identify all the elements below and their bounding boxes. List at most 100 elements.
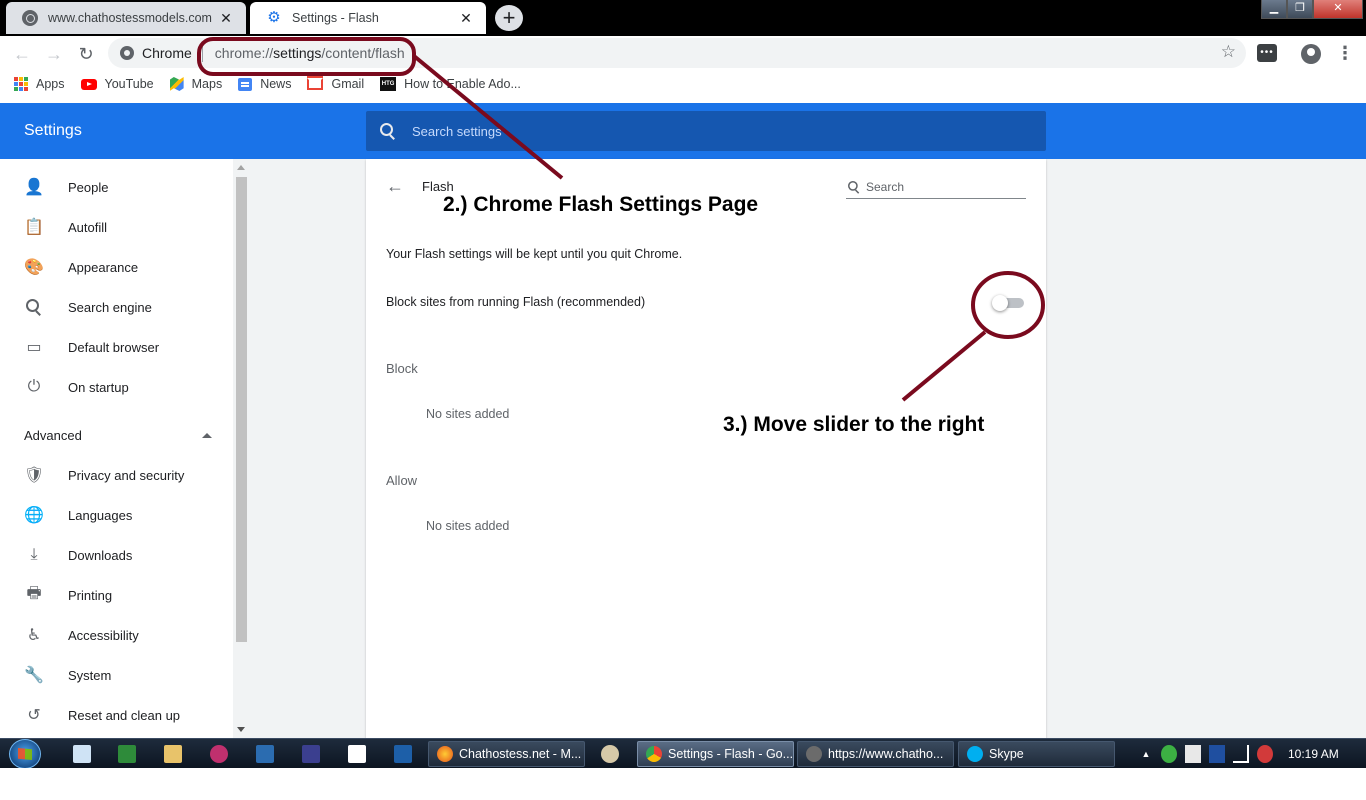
window-close-button[interactable]: ✕ xyxy=(1313,0,1363,19)
bookmark-label: How to Enable Ado... xyxy=(404,77,521,91)
sidebar-item-reset[interactable]: ↺ Reset and clean up xyxy=(0,695,233,735)
window-maximize-button[interactable]: ❐ xyxy=(1287,0,1313,19)
bookmark-youtube[interactable]: YouTube xyxy=(80,77,154,91)
globe-icon: 🌐 xyxy=(24,507,44,524)
sidebar-item-label: Reset and clean up xyxy=(68,707,181,723)
window-app-icon[interactable] xyxy=(256,745,274,763)
scroll-up-icon[interactable] xyxy=(237,165,245,170)
photoshop-icon[interactable] xyxy=(394,745,412,763)
block-empty-text: No sites added xyxy=(426,407,510,421)
device-icon[interactable] xyxy=(1185,745,1201,763)
tab-close-icon[interactable]: ✕ xyxy=(218,10,234,27)
app-icon[interactable] xyxy=(210,745,228,763)
spreadsheet-icon[interactable] xyxy=(118,745,136,763)
sidebar-item-label: Downloads xyxy=(68,547,133,563)
network-signal-icon[interactable] xyxy=(1233,745,1249,763)
flash-search-input[interactable] xyxy=(866,179,1016,194)
bookmark-maps[interactable]: Maps xyxy=(169,77,222,91)
htg-icon: HTG xyxy=(380,77,397,91)
sidebar-item-people[interactable]: 👤 People xyxy=(0,167,233,207)
reload-icon[interactable]: ↻ xyxy=(74,42,98,66)
download-icon: ⤓ xyxy=(30,546,38,563)
settings-header: Settings xyxy=(0,103,1366,159)
after-effects-icon[interactable] xyxy=(302,745,320,763)
taskbar-chrome[interactable]: Settings - Flash - Go... xyxy=(637,741,794,767)
security-check-icon[interactable] xyxy=(1161,745,1177,763)
sidebar-item-search-engine[interactable]: Search engine xyxy=(0,287,233,327)
sidebar-item-appearance[interactable]: 🎨 Appearance xyxy=(0,247,233,287)
taskbar-browser[interactable]: https://www.chatho... xyxy=(797,741,954,767)
profile-avatar-icon[interactable] xyxy=(1301,44,1321,64)
extension-icon[interactable]: ••• xyxy=(1257,44,1277,62)
sidebar-item-languages[interactable]: 🌐 Languages xyxy=(0,495,233,535)
kebab-menu-icon[interactable]: ⋮ xyxy=(1336,43,1354,65)
taskbar-clock[interactable]: 10:19 AM xyxy=(1288,747,1339,761)
tab-chathostessmodels[interactable]: www.chathostessmodels.com ✕ xyxy=(6,2,246,34)
youtube-icon xyxy=(80,78,97,90)
snowflake-app-icon[interactable] xyxy=(348,745,366,763)
bookmark-gmail[interactable]: Gmail xyxy=(307,76,365,91)
advanced-toggle[interactable]: Advanced xyxy=(24,423,214,447)
firefox-icon xyxy=(437,746,453,762)
sidebar-item-label: Appearance xyxy=(68,259,139,275)
settings-sidebar: 👤 People 📋 Autofill 🎨 Appearance Search … xyxy=(0,159,233,738)
sidebar-item-printing[interactable]: 🖶 Printing xyxy=(0,575,233,615)
shield-icon: 🛡 xyxy=(23,467,45,484)
search-icon xyxy=(848,180,860,193)
sidebar-item-label: Autofill xyxy=(68,219,108,235)
taskbar-label: Chathostess.net - M... xyxy=(459,747,582,761)
sidebar-item-on-startup[interactable]: ⏻ On startup xyxy=(0,367,233,407)
sidebar-item-autofill[interactable]: 📋 Autofill xyxy=(0,207,233,247)
back-icon[interactable]: ← xyxy=(10,42,34,66)
bookmark-apps[interactable]: Apps xyxy=(14,77,65,91)
annotation-step2: 2.) Chrome Flash Settings Page xyxy=(443,193,759,216)
palette-icon: 🎨 xyxy=(24,259,44,276)
url-text[interactable]: chrome://settings/content/flash xyxy=(215,45,405,61)
sidebar-item-label: Privacy and security xyxy=(68,467,185,483)
tab-close-icon[interactable]: ✕ xyxy=(458,10,474,27)
browser-toolbar: ← → ↻ Chrome chrome://settings/content/f… xyxy=(0,36,1366,71)
bookmarks-bar: Apps YouTube Maps News Gmail HTG How to … xyxy=(0,71,1366,97)
sidebar-item-downloads[interactable]: ⤓ Downloads xyxy=(0,535,233,575)
sidebar-scroll-thumb[interactable] xyxy=(236,177,247,642)
history-icon: ↺ xyxy=(27,707,41,724)
flash-notice: Your Flash settings will be kept until y… xyxy=(386,247,683,261)
sidebar-item-accessibility[interactable]: ♿ Accessibility xyxy=(0,615,233,655)
bookmark-label: Gmail xyxy=(331,77,365,91)
back-arrow-icon[interactable]: ← xyxy=(386,177,404,195)
bookmark-htg[interactable]: HTG How to Enable Ado... xyxy=(380,77,521,91)
chrome-page-icon xyxy=(120,46,134,60)
new-tab-button[interactable]: + xyxy=(495,5,523,31)
flash-search-box[interactable] xyxy=(846,175,1026,199)
notepad-icon[interactable] xyxy=(73,745,91,763)
block-flash-toggle[interactable] xyxy=(992,295,1024,311)
sidebar-item-default-browser[interactable]: ▭ Default browser xyxy=(0,327,233,367)
bookmark-news[interactable]: News xyxy=(238,77,291,91)
settings-body: 👤 People 📋 Autofill 🎨 Appearance Search … xyxy=(0,159,1366,738)
sidebar-item-label: On startup xyxy=(68,379,129,395)
toggle-knob[interactable] xyxy=(992,295,1008,311)
gmail-icon xyxy=(307,76,324,90)
zotero-icon[interactable] xyxy=(1209,745,1225,763)
forward-icon[interactable]: → xyxy=(42,42,66,66)
tab-settings-flash[interactable]: ⚙ Settings - Flash ✕ xyxy=(250,2,486,34)
folder-icon[interactable] xyxy=(164,745,182,763)
start-button-icon[interactable] xyxy=(9,739,41,769)
sidebar-item-privacy[interactable]: 🛡 Privacy and security xyxy=(0,455,233,495)
sidebar-item-system[interactable]: 🔧 System xyxy=(0,655,233,695)
taskbar-label: Settings - Flash - Go... xyxy=(668,747,794,761)
allow-empty-text: No sites added xyxy=(426,519,510,533)
settings-search-box[interactable] xyxy=(366,111,1046,151)
scroll-down-icon[interactable] xyxy=(237,727,245,732)
window-minimize-button[interactable]: ▁ xyxy=(1261,0,1287,19)
settings-search-input[interactable] xyxy=(412,123,1012,139)
address-bar[interactable]: Chrome chrome://settings/content/flash ☆ xyxy=(108,38,1246,68)
windows-taskbar: Chathostess.net - M... Settings - Flash … xyxy=(0,738,1366,769)
taskbar-skype[interactable]: Skype xyxy=(958,741,1115,767)
gear-icon: ⚙ xyxy=(267,9,281,26)
volume-muted-icon[interactable] xyxy=(1257,745,1273,763)
tray-expand-icon[interactable]: ▲ xyxy=(1138,745,1154,763)
paint-icon[interactable] xyxy=(601,745,619,763)
taskbar-firefox[interactable]: Chathostess.net - M... xyxy=(428,741,585,767)
bookmark-star-icon[interactable]: ☆ xyxy=(1221,42,1236,62)
